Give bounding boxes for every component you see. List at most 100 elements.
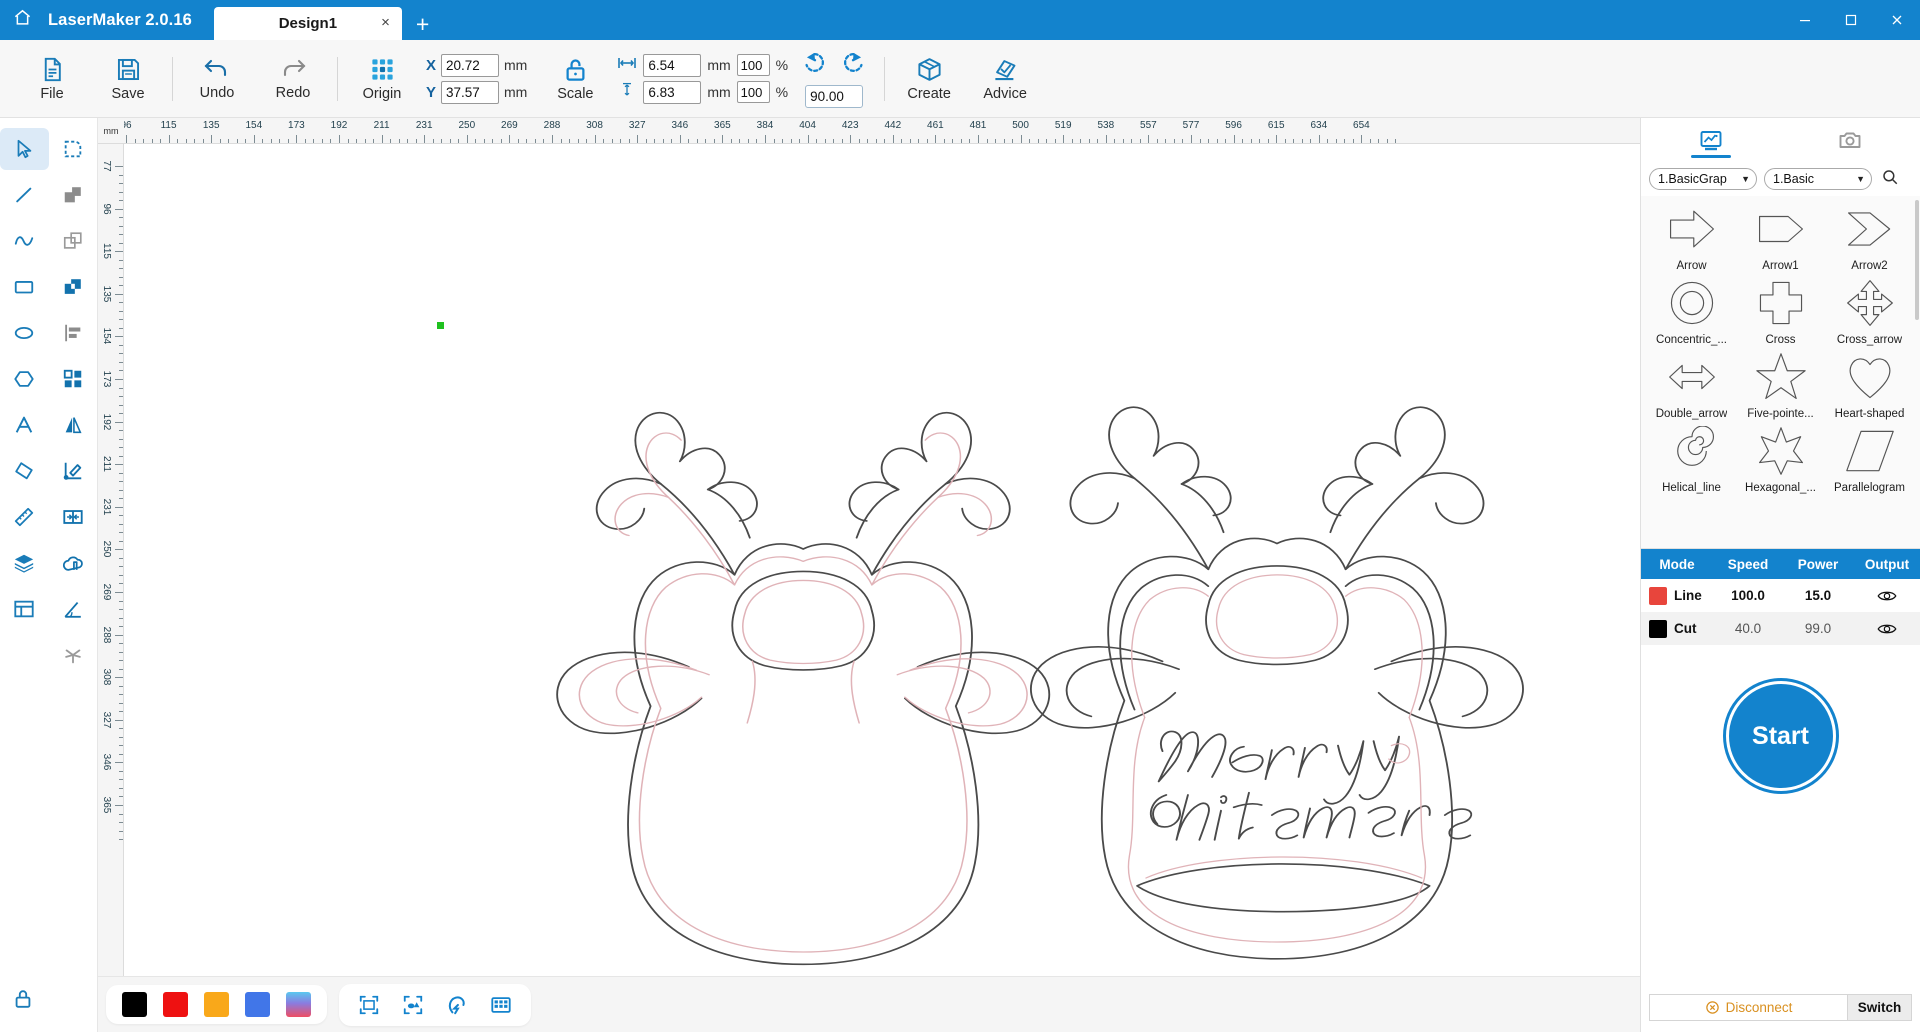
- y-input[interactable]: [441, 80, 500, 104]
- close-button[interactable]: [1874, 0, 1920, 40]
- shape-item-star5[interactable]: Five-pointe...: [1736, 348, 1825, 420]
- shape-item-parallelogram[interactable]: Parallelogram: [1825, 422, 1914, 494]
- ruler-h-tick: [458, 139, 460, 143]
- grid-icon[interactable]: [487, 991, 515, 1019]
- select-tool[interactable]: [0, 128, 49, 170]
- selection-handle[interactable]: [437, 322, 444, 329]
- speed-value[interactable]: 100.0: [1713, 588, 1783, 603]
- color-gradient[interactable]: [286, 992, 311, 1017]
- color-blue[interactable]: [245, 992, 270, 1017]
- select-frame-icon[interactable]: [355, 991, 383, 1019]
- vertical-ruler[interactable]: 77 96 115 135 154 173 192 211 231 250 269 288 308 327…: [98, 144, 124, 976]
- layer-color-chip[interactable]: [1649, 619, 1667, 638]
- home-icon[interactable]: [0, 0, 44, 40]
- distribute-tool[interactable]: [49, 496, 98, 538]
- power-value[interactable]: 15.0: [1783, 588, 1853, 603]
- shape-library[interactable]: Arrow Arrow1 Arrow2 Concentric_... Cross Cros…: [1641, 196, 1920, 548]
- node-edit-tool[interactable]: [49, 128, 98, 170]
- start-button[interactable]: Start: [1725, 681, 1836, 791]
- group-tool[interactable]: [49, 358, 98, 400]
- category-select[interactable]: 1.BasicGrap ▼: [1649, 168, 1757, 190]
- minimize-button[interactable]: [1782, 0, 1828, 40]
- x-input[interactable]: [441, 53, 500, 77]
- shape-item-heart[interactable]: Heart-shaped: [1825, 348, 1914, 420]
- ruler-v-tick: [119, 779, 123, 781]
- eraser-tool[interactable]: [0, 450, 49, 492]
- cloud-tool[interactable]: [49, 542, 98, 584]
- shape-item-cross-arrow[interactable]: Cross_arrow: [1825, 274, 1914, 346]
- table-row[interactable]: Cut 40.0 99.0: [1641, 612, 1920, 645]
- magnet-snap-icon[interactable]: [443, 991, 471, 1019]
- draw-edit-tool[interactable]: [49, 450, 98, 492]
- shape-item-double-arrow[interactable]: Double_arrow: [1647, 348, 1736, 420]
- width-percent-input[interactable]: [736, 54, 770, 76]
- shape-item-helix[interactable]: Helical_line: [1647, 422, 1736, 494]
- ellipse-tool[interactable]: [0, 312, 49, 354]
- undo-button[interactable]: Undo: [179, 56, 255, 101]
- polygon-tool[interactable]: [0, 358, 49, 400]
- library-tab[interactable]: [1663, 120, 1759, 160]
- align-tool[interactable]: [49, 312, 98, 354]
- measure-tool[interactable]: [0, 496, 49, 538]
- subtract-tool[interactable]: [49, 266, 98, 308]
- ruler-h-tick: [185, 139, 187, 143]
- shape-item-arrow2[interactable]: Arrow2: [1825, 200, 1914, 272]
- eye-icon[interactable]: [1853, 621, 1920, 637]
- color-black[interactable]: [122, 992, 147, 1017]
- shape-item-star6[interactable]: Hexagonal_...: [1736, 422, 1825, 494]
- line-tool[interactable]: [0, 174, 49, 216]
- height-input[interactable]: [643, 80, 702, 104]
- union-tool[interactable]: [49, 174, 98, 216]
- shape-library-scrollbar[interactable]: [1915, 200, 1919, 320]
- width-input[interactable]: [643, 53, 702, 77]
- create-button[interactable]: Create: [891, 56, 967, 102]
- sparkle-tool[interactable]: [49, 634, 98, 676]
- curve-tool[interactable]: [0, 220, 49, 262]
- save-button[interactable]: Save: [90, 56, 166, 102]
- tab-design1[interactable]: Design1 ×: [213, 7, 402, 40]
- add-tab-button[interactable]: +: [402, 13, 443, 40]
- shape-item-concentric[interactable]: Concentric_...: [1647, 274, 1736, 346]
- horizontal-ruler[interactable]: mm 96 115 135 154 173 192 211 231 250 269 288 308 32…: [98, 118, 1640, 144]
- camera-tab[interactable]: [1802, 120, 1898, 160]
- table-row[interactable]: Line 100.0 15.0: [1641, 579, 1920, 612]
- ruler-v-tick: [119, 234, 123, 236]
- origin-button[interactable]: Origin: [344, 56, 420, 102]
- speed-value[interactable]: 40.0: [1713, 621, 1783, 636]
- rotate-angle-input[interactable]: [805, 84, 864, 108]
- shape-item-arrow[interactable]: Arrow: [1647, 200, 1736, 272]
- power-value[interactable]: 99.0: [1783, 621, 1853, 636]
- rotate-right-icon[interactable]: [841, 50, 866, 80]
- select-objects-icon[interactable]: [399, 991, 427, 1019]
- color-orange[interactable]: [204, 992, 229, 1017]
- shape-item-cross[interactable]: Cross: [1736, 274, 1825, 346]
- helix-icon: [1664, 422, 1720, 480]
- eye-icon[interactable]: [1853, 588, 1920, 604]
- switch-button[interactable]: Switch: [1848, 993, 1912, 1021]
- height-percent-input[interactable]: [736, 81, 770, 103]
- frame-tool[interactable]: [0, 588, 49, 630]
- scale-lock-button[interactable]: Scale: [537, 56, 613, 102]
- lock-icon[interactable]: [8, 984, 38, 1014]
- shape-item-arrow1[interactable]: Arrow1: [1736, 200, 1825, 272]
- ruler-h-tick: [143, 139, 145, 143]
- layer-color-chip[interactable]: [1649, 586, 1667, 605]
- close-icon[interactable]: ×: [381, 15, 390, 30]
- color-red[interactable]: [163, 992, 188, 1017]
- mirror-tool[interactable]: [49, 404, 98, 446]
- rectangle-tool[interactable]: [0, 266, 49, 308]
- search-icon[interactable]: [1881, 168, 1899, 191]
- angle-tool[interactable]: [49, 588, 98, 630]
- file-button[interactable]: File: [14, 56, 90, 102]
- maximize-button[interactable]: [1828, 0, 1874, 40]
- redo-button[interactable]: Redo: [255, 56, 331, 101]
- text-tool[interactable]: [0, 404, 49, 446]
- design-canvas[interactable]: [124, 144, 1640, 976]
- rotate-left-icon[interactable]: [802, 50, 827, 80]
- intersect-tool[interactable]: [49, 220, 98, 262]
- ruler-h-tick: [1225, 139, 1227, 143]
- subcategory-select[interactable]: 1.Basic ▼: [1764, 168, 1872, 190]
- advice-button[interactable]: Advice: [967, 56, 1043, 102]
- layers-tool[interactable]: [0, 542, 49, 584]
- disconnect-button[interactable]: Disconnect: [1649, 993, 1848, 1021]
